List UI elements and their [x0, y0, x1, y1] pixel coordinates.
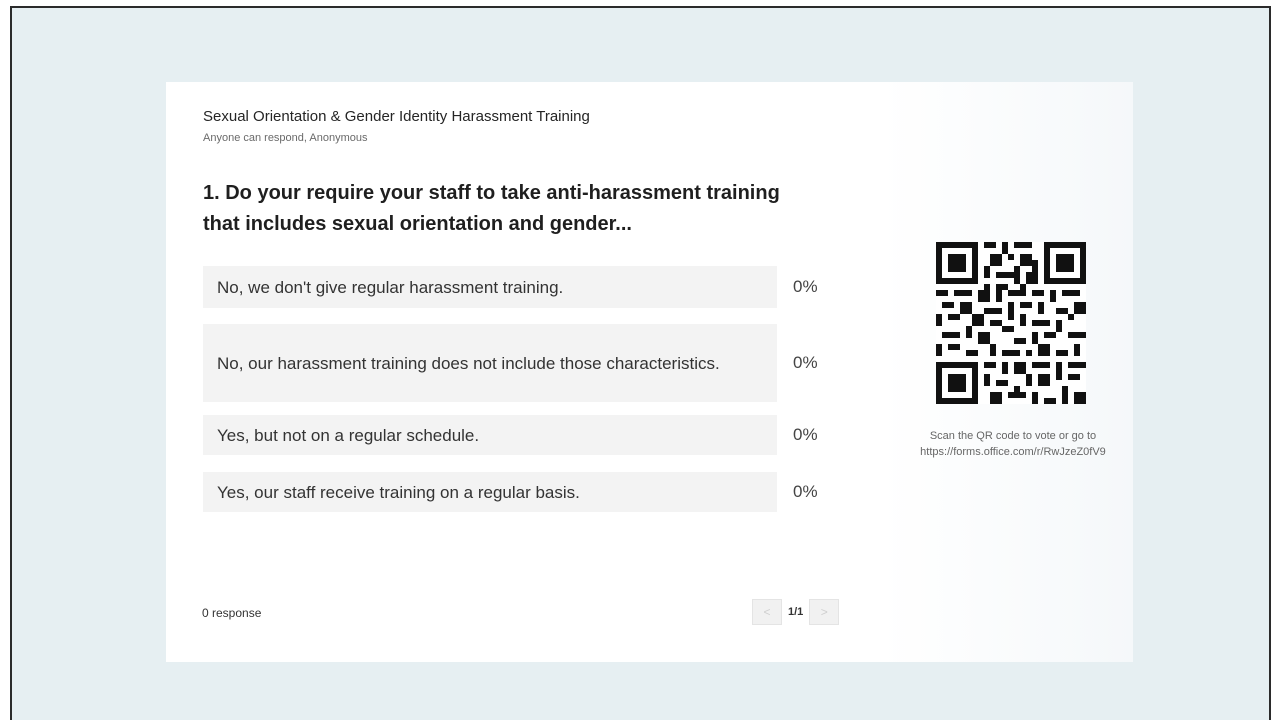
- next-page-button[interactable]: >: [809, 599, 840, 625]
- question-text: 1. Do your require your staff to take an…: [203, 182, 780, 235]
- option-label: Yes, but not on a regular schedule.: [217, 425, 480, 445]
- form-title: Sexual Orientation & Gender Identity Har…: [203, 108, 590, 125]
- option-3[interactable]: Yes, but not on a regular schedule.: [203, 415, 777, 455]
- option-percent: 0%: [793, 353, 818, 372]
- option-label: No, our harassment training does not inc…: [217, 353, 720, 373]
- chevron-left-icon: <: [763, 605, 771, 619]
- response-count: 0 response: [202, 606, 262, 620]
- prev-page-button[interactable]: <: [752, 599, 782, 625]
- page-indicator: 1/1: [788, 606, 804, 618]
- option-1[interactable]: No, we don't give regular harassment tra…: [203, 266, 777, 308]
- option-label: Yes, our staff receive training on a reg…: [217, 482, 580, 502]
- poll-card: Sexual Orientation & Gender Identity Har…: [166, 82, 1133, 662]
- option-percent: 0%: [793, 277, 818, 296]
- pager: < 1/1 >: [752, 599, 840, 625]
- option-percent: 0%: [793, 425, 818, 444]
- option-4[interactable]: Yes, our staff receive training on a reg…: [203, 472, 777, 512]
- form-subtitle: Anyone can respond, Anonymous: [203, 132, 368, 144]
- option-percent: 0%: [793, 482, 818, 501]
- chevron-right-icon: >: [820, 605, 828, 619]
- option-label: No, we don't give regular harassment tra…: [217, 277, 564, 297]
- option-2[interactable]: No, our harassment training does not inc…: [203, 324, 777, 402]
- qr-code-icon[interactable]: [936, 242, 1086, 404]
- qr-instruction: Scan the QR code to vote or go to https:…: [920, 430, 1106, 458]
